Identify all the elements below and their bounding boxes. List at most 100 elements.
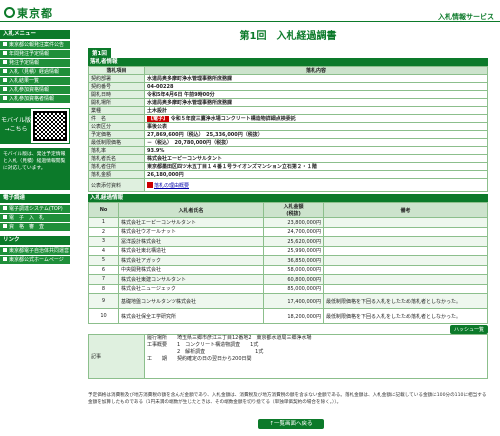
bullet-icon [3, 248, 7, 252]
bid-row: 8 株式会社ニュージェック 85,000,000円 [88, 283, 488, 294]
sidebar-item[interactable]: 発注予定情報 [0, 59, 70, 68]
bid-row: 7 株式会社東建コンサルタント 60,800,000円 [88, 274, 488, 285]
price-label: 落札金額 [88, 170, 145, 179]
mobile-promo[interactable]: モバイル版 →こちら [0, 108, 70, 144]
bullet-icon [3, 96, 7, 100]
kenmei-text: 令和５年度三鷹浄水場コンクリート構造物詳細点検委託 [170, 116, 296, 122]
info-value: 土木設計 [144, 106, 488, 115]
sidebar-item[interactable]: 年間発注予定情報 [0, 50, 70, 59]
sidebar-link[interactable]: 電 子 入 札 [0, 214, 70, 223]
back-to-list-button[interactable]: ↑一覧画面へ戻る [258, 419, 324, 429]
bid-amount: 24,700,000円 [263, 226, 324, 237]
info-label: 開札日時 [88, 90, 145, 99]
sidebar-item[interactable]: 入札参加資格情報 [0, 86, 70, 95]
info-value: 事後公表 [144, 122, 488, 131]
head-item: 落札項目 [88, 66, 145, 75]
procurement-links: 電子調達システム(TOP) 電 子 入 札資 格 審 査 [0, 205, 70, 232]
bid-note [323, 264, 488, 275]
bid-amount: 23,800,000円 [263, 217, 324, 228]
attachment-value: 落札の理由概要 [144, 178, 488, 192]
bid-note: 最低制限価格を下回る入札をしたため落札者としなかった。 [323, 293, 488, 309]
bid-no: 3 [88, 236, 119, 247]
bullet-icon [3, 78, 7, 82]
bid-no: 4 [88, 245, 119, 256]
info-value: 令和5年4月6日 午前9時00分 [144, 90, 488, 99]
bid-no: 2 [88, 226, 119, 237]
address-value: 東京都墨田区四ツ木五丁目１４番１号ライオンズマンション立石第２・１階 [144, 162, 488, 171]
sidebar-item[interactable]: 東京都公報発注案件公告 [0, 41, 70, 50]
bid-amount: 25,620,000円 [263, 236, 324, 247]
sidebar-link-label: 電 子 入 札 [9, 215, 45, 221]
bullet-icon [3, 60, 7, 64]
bid-note [323, 245, 488, 256]
bid-name: 株式会社ニュージェック [118, 283, 264, 294]
info-row: 開札場所 水道局奥多摩町浄水管理事務所庶務課 [88, 98, 488, 107]
logo-text: 東京都 [17, 7, 53, 20]
sidebar-item[interactable]: 入札（見積）経過情報 [0, 68, 70, 77]
bid-note [323, 236, 488, 247]
footnote: 予定価格は消費税及び地方消費税の額を含んだ金額であり、入札金額は、消費税及び地方… [88, 393, 487, 405]
bid-name: 基礎地盤コンサルタンツ株式会社 [118, 293, 264, 309]
info-row: 予定価格 27,869,600円（税込） 25,336,000円（税抜） [88, 130, 488, 139]
sidebar-link[interactable]: 東京都電子自治体共同運営 [0, 247, 70, 256]
bid-amount: 85,000,000円 [263, 283, 324, 294]
attachment-label: 公表添付資料 [88, 178, 145, 192]
sidebar-link-label: 東京都電子自治体共同運営 [9, 248, 70, 254]
winner-label: 落札者氏名 [88, 154, 145, 163]
sidebar-item-label: 入札参加資格者情報 [9, 96, 55, 102]
bid-amount: 18,200,000円 [263, 308, 324, 324]
sidebar-link-label: 東京都公式ホームページ [9, 257, 64, 263]
info-value: －（税込） 20,780,000円（税抜） [144, 138, 488, 147]
bid-amount: 60,800,000円 [263, 274, 324, 285]
memo-line: 工 期 契約確定の日の翌日から200日間 [147, 356, 252, 362]
bullet-icon [3, 215, 7, 219]
electronic-tag: 【電子】 [147, 116, 170, 122]
info-value: 93.9% [144, 146, 488, 155]
head-content: 落札内容 [144, 66, 488, 75]
info-row: 落札率 93.9% [88, 146, 488, 155]
info-row: 契約番号 04-00228 [88, 82, 488, 91]
bid-note [323, 217, 488, 228]
sidebar-link[interactable]: 電子調達システム(TOP) [0, 205, 70, 214]
memo-value: 履行場所 埼玉県三郷市彦江三丁目12番地2 東京都水道局三郷浄水場 工事概要 1 … [144, 334, 488, 379]
winner-value: 株式会社エーピーコンサルタント [144, 154, 488, 163]
mobile-note: モバイル版は、発注予定情報と入札（見積）経過情報閲覧に対応しています。 [0, 148, 70, 190]
memo-line: 工事概要 1 コンクリート構造物調査 1式 [147, 342, 259, 348]
bid-name: 中央開発株式会社 [118, 264, 264, 275]
bid-head-amount: 入札金額 (税抜) [263, 202, 324, 218]
external-links: 東京都電子自治体共同運営 東京都公式ホームページ [0, 247, 70, 265]
bid-amount: 25,990,000円 [263, 245, 324, 256]
memo-table: 記事 履行場所 埼玉県三郷市彦江三丁目12番地2 東京都水道局三郷浄水場 工事概要 … [88, 334, 488, 379]
sidebar-link[interactable]: 資 格 審 査 [0, 223, 70, 232]
bid-name: 株式会社東建コンサルタント [118, 274, 264, 285]
bullet-icon [3, 224, 7, 228]
memo-line: 2 解析調査 1式 [147, 349, 264, 355]
bid-name: 株式会社ウオールナット [118, 226, 264, 237]
round-caption: 第1回 [88, 48, 111, 58]
bid-no: 1 [88, 217, 119, 228]
list-button[interactable]: ハッシュ一覧 [449, 325, 488, 334]
bullet-icon [3, 51, 7, 55]
tokyo-logo[interactable]: 東京都 [4, 5, 53, 21]
sidebar-section-menu: 入札メニュー [0, 30, 70, 39]
bid-note [323, 255, 488, 266]
bid-row: 5 株式会社アガック 36,850,000円 [88, 255, 488, 266]
sidebar-item[interactable]: 入札参加資格者情報 [0, 95, 70, 104]
attachment-link[interactable]: 落札の理由概要 [154, 183, 189, 189]
memo-line: 履行場所 埼玉県三郷市彦江三丁目12番地2 東京都水道局三郷浄水場 [147, 335, 312, 341]
info-row: 業種 土木設計 [88, 106, 488, 115]
page-header: 東京都 入札情報サービス [0, 0, 500, 22]
kenmei-value: 【電子】 令和５年度三鷹浄水場コンクリート構造物詳細点検委託 [144, 114, 488, 123]
sidebar-item[interactable]: 入札結果一覧 [0, 77, 70, 86]
info-value: 04-00228 [144, 82, 488, 91]
bid-no: 10 [88, 308, 119, 324]
info-row: 最低制限価格 －（税込） 20,780,000円（税抜） [88, 138, 488, 147]
bid-name: 株式会社東北構造社 [118, 245, 264, 256]
info-label: 開札場所 [88, 98, 145, 107]
bid-note [323, 226, 488, 237]
bid-table: No 入札者氏名 入札金額 (税抜) 備考 1 株式会社エーピーコンサルタント 23… [88, 202, 488, 324]
mobile-badge[interactable]: モバイル版 →こちら [1, 109, 31, 143]
sidebar-link[interactable]: 東京都公式ホームページ [0, 256, 70, 265]
bullet-icon [3, 206, 7, 210]
bid-block-header: 入札経過情報 [88, 194, 488, 202]
